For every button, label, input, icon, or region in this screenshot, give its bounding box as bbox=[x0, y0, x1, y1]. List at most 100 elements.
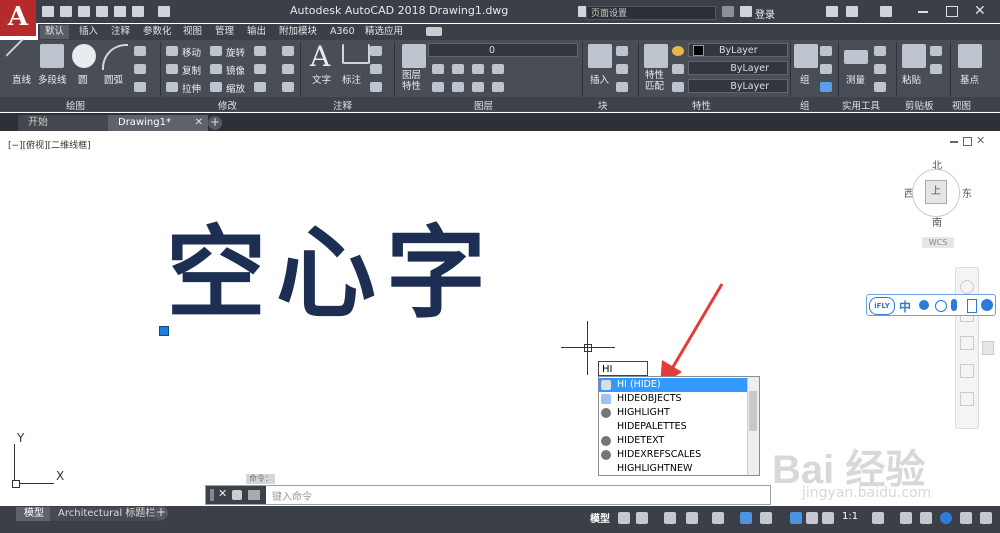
customize-icon[interactable] bbox=[232, 490, 242, 500]
autocomplete-item[interactable]: HIDEOBJECTS bbox=[599, 392, 747, 406]
scroll-thumb[interactable] bbox=[982, 341, 994, 355]
model-space-button[interactable]: 模型 bbox=[590, 510, 610, 525]
osnap-icon[interactable] bbox=[712, 512, 724, 524]
edit-block-icon[interactable] bbox=[616, 64, 628, 74]
autocomplete-scrollbar[interactable] bbox=[747, 377, 759, 475]
lineweight-icon[interactable] bbox=[672, 82, 684, 92]
ime-language[interactable]: 中 bbox=[899, 298, 911, 315]
panel-properties[interactable]: 特性 bbox=[692, 98, 711, 112]
layer-off-icon[interactable] bbox=[432, 64, 444, 74]
open-file-icon[interactable] bbox=[60, 6, 72, 17]
layer-dropdown[interactable]: 0 bbox=[428, 43, 578, 57]
hardware-accel-icon[interactable] bbox=[940, 512, 952, 524]
close-icon[interactable]: ✕ bbox=[974, 3, 986, 19]
tab-home[interactable]: 默认 bbox=[40, 25, 70, 39]
copy-label[interactable]: 复制 bbox=[182, 63, 201, 77]
panel-groups[interactable]: 组 bbox=[800, 98, 810, 112]
tab-insert[interactable]: 插入 bbox=[74, 25, 103, 39]
file-tab-drawing1[interactable]: Drawing1* ✕ bbox=[108, 115, 208, 131]
isolate-objects-icon[interactable] bbox=[920, 512, 932, 524]
viewport-label[interactable]: [−][俯视][二维线框] bbox=[8, 138, 91, 151]
linetype-icon[interactable] bbox=[672, 64, 684, 74]
grid-icon[interactable] bbox=[618, 512, 630, 524]
minimize-icon[interactable] bbox=[918, 11, 928, 13]
explode-icon[interactable] bbox=[282, 64, 294, 74]
snap-icon[interactable] bbox=[636, 512, 648, 524]
rectangle-icon[interactable] bbox=[134, 46, 146, 56]
command-line[interactable]: ✕ 键入命令 bbox=[205, 485, 771, 505]
binoculars-icon[interactable] bbox=[722, 6, 734, 17]
color-wheel-icon[interactable] bbox=[672, 46, 684, 56]
paste-icon[interactable] bbox=[902, 44, 926, 68]
measure-label[interactable]: 测量 bbox=[846, 72, 865, 86]
layer-match-icon[interactable] bbox=[432, 82, 444, 92]
array-icon[interactable] bbox=[254, 82, 266, 92]
clean-screen-icon[interactable] bbox=[960, 512, 972, 524]
line-label[interactable]: 直线 bbox=[12, 72, 31, 86]
close-cmdline-icon[interactable]: ✕ bbox=[218, 487, 227, 500]
panel-modify[interactable]: 修改 bbox=[218, 98, 237, 112]
customization-icon[interactable] bbox=[980, 512, 992, 524]
line-icon[interactable] bbox=[5, 38, 41, 74]
group-edit-icon[interactable] bbox=[820, 64, 832, 74]
fillet-icon[interactable] bbox=[254, 64, 266, 74]
offset-icon[interactable] bbox=[282, 82, 294, 92]
showmotion-icon[interactable] bbox=[960, 392, 974, 406]
orbit-icon[interactable] bbox=[960, 364, 974, 378]
arc-label[interactable]: 圆弧 bbox=[104, 72, 123, 86]
block-attr-icon[interactable] bbox=[616, 82, 628, 92]
panel-utilities[interactable]: 实用工具 bbox=[842, 98, 880, 112]
search-input[interactable]: 页面设置 bbox=[586, 6, 716, 20]
app-menu-button[interactable]: A bbox=[0, 0, 36, 36]
linetype-dropdown[interactable]: ByLayer bbox=[688, 61, 788, 75]
save-icon[interactable] bbox=[78, 6, 90, 17]
viewcube[interactable]: 北 南 西 东 上 bbox=[900, 157, 976, 233]
wcs-menu[interactable]: WCS bbox=[922, 237, 954, 248]
viewcube-top[interactable]: 上 bbox=[925, 180, 947, 204]
paste-label[interactable]: 粘贴 bbox=[902, 72, 921, 86]
mirror-icon[interactable] bbox=[210, 64, 222, 74]
moon-icon[interactable] bbox=[919, 300, 929, 310]
panel-annotation[interactable]: 注释 bbox=[333, 98, 352, 112]
create-block-icon[interactable] bbox=[616, 46, 628, 56]
microphone-icon[interactable] bbox=[951, 299, 957, 311]
group-label[interactable]: 组 bbox=[800, 72, 810, 86]
compass-east[interactable]: 东 bbox=[962, 185, 972, 200]
erase-icon[interactable] bbox=[282, 46, 294, 56]
stretch-icon[interactable] bbox=[166, 82, 178, 92]
autocomplete-item[interactable]: HIGHLIGHT bbox=[599, 406, 747, 420]
leader-icon[interactable] bbox=[370, 64, 382, 74]
calculator-icon[interactable] bbox=[874, 46, 886, 56]
circle-icon[interactable] bbox=[72, 44, 96, 68]
undo-icon[interactable] bbox=[132, 6, 144, 17]
plus-icon[interactable] bbox=[900, 512, 912, 524]
point-icon[interactable] bbox=[874, 64, 886, 74]
redo-icon[interactable] bbox=[158, 6, 170, 17]
insert-label[interactable]: 插入 bbox=[590, 72, 609, 86]
rotate-label[interactable]: 旋转 bbox=[226, 45, 245, 59]
measure-icon[interactable] bbox=[844, 50, 868, 64]
dimension-icon[interactable] bbox=[342, 44, 370, 64]
layer-properties-icon[interactable] bbox=[402, 44, 426, 68]
polyline-label[interactable]: 多段线 bbox=[38, 72, 67, 86]
dynamic-ucs-icon[interactable] bbox=[760, 512, 772, 524]
copy-icon[interactable] bbox=[166, 64, 178, 74]
trim-icon[interactable] bbox=[254, 46, 266, 56]
move-label[interactable]: 移动 bbox=[182, 45, 201, 59]
zoom-icon[interactable] bbox=[960, 336, 974, 350]
auto-scale-icon[interactable] bbox=[806, 512, 818, 524]
login-button[interactable]: 登录 bbox=[755, 6, 775, 21]
selection-grip[interactable] bbox=[159, 326, 169, 336]
user-icon[interactable] bbox=[740, 6, 752, 17]
base-view-icon[interactable] bbox=[958, 44, 982, 68]
vp-restore-icon[interactable] bbox=[963, 137, 972, 146]
drawing-text-object[interactable]: 空心字 bbox=[166, 214, 496, 334]
tab-addins[interactable]: 附加模块 bbox=[274, 25, 322, 39]
workspace-gear-icon[interactable] bbox=[872, 512, 884, 524]
add-layout-icon[interactable]: + bbox=[154, 506, 168, 520]
steering-wheel-icon[interactable] bbox=[960, 280, 974, 294]
autocomplete-item[interactable]: HIDETEXT bbox=[599, 434, 747, 448]
drawing-canvas[interactable]: ✕ 北 南 西 东 上 WCS Y X Bai 经验 jingyan.baidu… bbox=[0, 131, 1000, 506]
cut-icon[interactable] bbox=[930, 46, 942, 56]
ungroup-icon[interactable] bbox=[820, 46, 832, 56]
